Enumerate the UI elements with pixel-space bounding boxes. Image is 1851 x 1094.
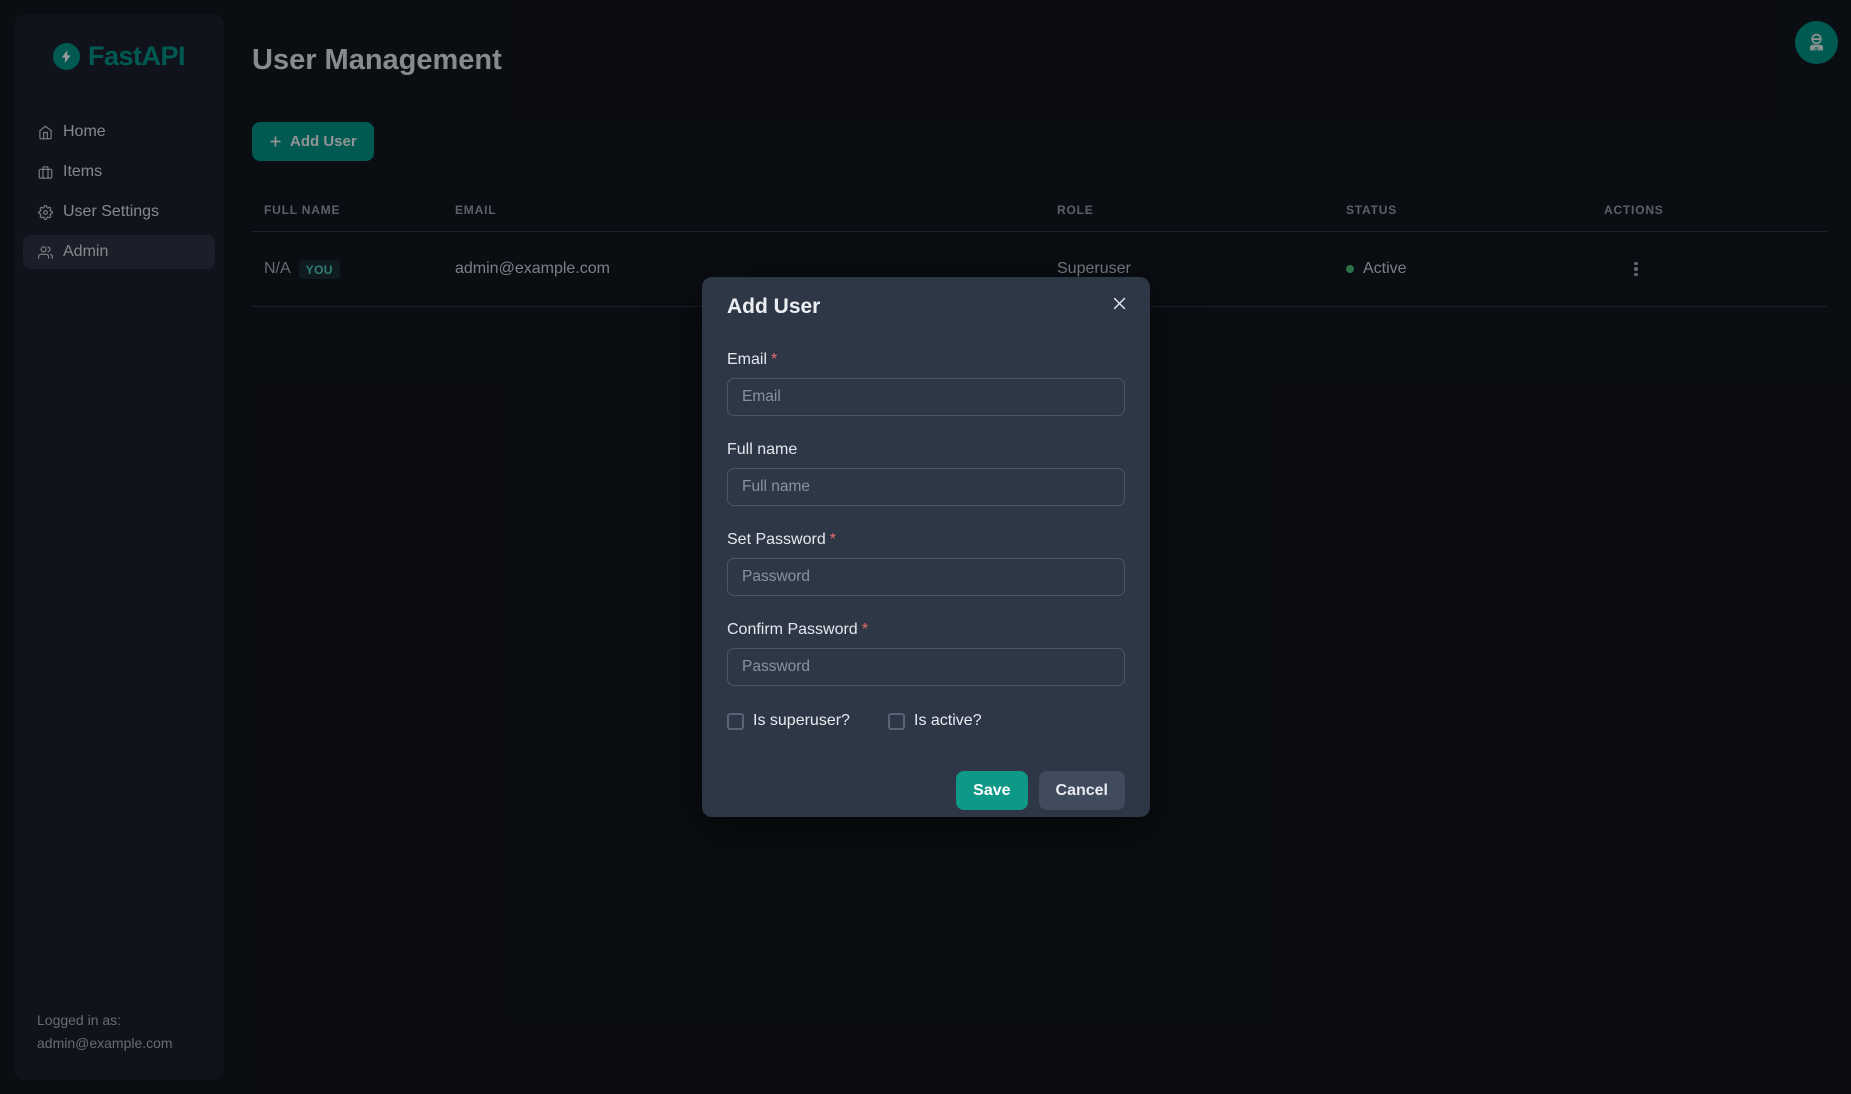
set-password-label: Set Password* (727, 531, 1125, 549)
email-label: Email* (727, 351, 1125, 369)
set-password-input[interactable] (727, 558, 1125, 596)
is-superuser-label: Is superuser? (753, 712, 850, 730)
add-user-modal: Add User Email* Full name Set Password* … (702, 277, 1150, 817)
full-name-input[interactable] (727, 468, 1125, 506)
required-asterisk: * (771, 351, 777, 368)
is-active-checkbox-field[interactable]: Is active? (888, 712, 1049, 730)
set-password-label-text: Set Password (727, 531, 826, 548)
confirm-password-field-group: Confirm Password* (727, 621, 1125, 686)
required-asterisk: * (830, 531, 836, 548)
full-name-field-group: Full name (727, 441, 1125, 506)
email-label-text: Email (727, 351, 767, 368)
is-superuser-checkbox-field[interactable]: Is superuser? (727, 712, 888, 730)
confirm-password-label-text: Confirm Password (727, 621, 858, 638)
cancel-button[interactable]: Cancel (1039, 771, 1125, 810)
confirm-password-input[interactable] (727, 648, 1125, 686)
email-field-group: Email* (727, 351, 1125, 416)
modal-checkbox-row: Is superuser? Is active? (727, 712, 1125, 730)
save-button[interactable]: Save (956, 771, 1027, 810)
is-active-checkbox[interactable] (888, 713, 905, 730)
modal-actions: Save Cancel (727, 771, 1125, 810)
is-active-label: Is active? (914, 712, 982, 730)
is-superuser-checkbox[interactable] (727, 713, 744, 730)
confirm-password-label: Confirm Password* (727, 621, 1125, 639)
full-name-label: Full name (727, 441, 1125, 459)
email-input[interactable] (727, 378, 1125, 416)
full-name-label-text: Full name (727, 441, 797, 458)
modal-title: Add User (727, 295, 1125, 319)
set-password-field-group: Set Password* (727, 531, 1125, 596)
modal-close-button[interactable] (1107, 291, 1132, 316)
close-icon (1111, 295, 1128, 312)
required-asterisk: * (862, 621, 868, 638)
